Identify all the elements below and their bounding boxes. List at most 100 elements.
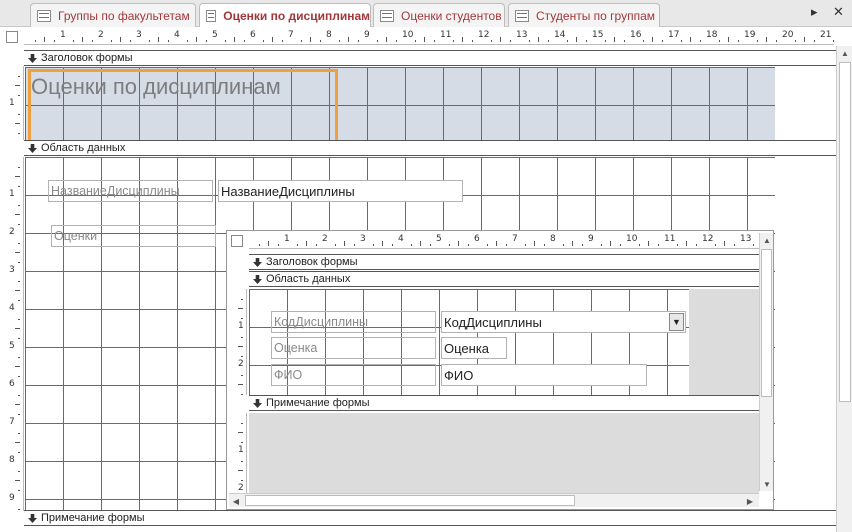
ruler-tick — [241, 298, 243, 300]
ruler-tick — [18, 489, 20, 491]
ruler-number: 5 — [212, 30, 218, 40]
form-header-section-bar[interactable]: Заголовок формы — [24, 50, 836, 66]
ruler-tick — [18, 166, 20, 168]
scroll-thumb[interactable] — [839, 62, 851, 402]
ruler-number: 2 — [98, 30, 104, 40]
ruler-number: 7 — [288, 30, 294, 40]
ruler-tick — [348, 37, 349, 42]
subform-header-section-bar[interactable]: Заголовок формы — [249, 254, 759, 270]
discipline-code-combobox[interactable]: КодДисциплины — [441, 311, 686, 333]
ruler-number: 7 — [512, 234, 518, 244]
ruler-number: 12 — [702, 234, 714, 244]
detail-section-bar[interactable]: Область данных — [24, 140, 836, 156]
ruler-tick — [18, 508, 20, 510]
discipline-code-label[interactable]: КодДисциплины — [271, 311, 436, 333]
ruler-tick — [386, 37, 387, 42]
ruler-tick — [186, 40, 188, 42]
dropdown-arrow-icon[interactable]: ▼ — [669, 313, 684, 331]
ruler-tick — [566, 40, 568, 42]
ruler-tick — [695, 244, 697, 246]
ruler-tick — [676, 244, 678, 246]
section-arrow-icon — [28, 514, 37, 523]
ruler-tick — [642, 40, 644, 42]
ruler-tick — [458, 241, 459, 246]
subform-footer-section-bar[interactable]: Примечание формы — [249, 395, 759, 411]
grades-subform[interactable]: 1 2 3 4 5 6 7 8 9 10 11 12 13 Заголовок формы Област… — [226, 230, 774, 510]
ruler-tick — [699, 40, 701, 42]
subform-selector[interactable] — [231, 235, 243, 247]
scroll-thumb[interactable] — [245, 495, 575, 506]
ruler-tick — [224, 40, 226, 42]
ruler-tick — [15, 290, 20, 291]
ruler-tick — [241, 393, 243, 395]
ruler-tick — [15, 123, 20, 124]
discipline-name-label[interactable]: НазваниеДисциплины — [48, 180, 213, 202]
scroll-up-icon[interactable]: ▲ — [838, 46, 852, 60]
ruler-tick — [18, 299, 20, 301]
ruler-tick — [429, 244, 431, 246]
ruler-tick — [467, 244, 469, 246]
ruler-tick — [238, 432, 243, 433]
discipline-name-field[interactable]: НазваниеДисциплины — [218, 180, 463, 202]
grade-label[interactable]: Оценка — [271, 337, 436, 359]
ruler-tick — [452, 40, 454, 42]
ruler-tick — [72, 40, 74, 42]
ruler-tick — [53, 40, 55, 42]
ruler-tick — [15, 252, 20, 253]
ruler-tick — [372, 244, 374, 246]
ruler-tick — [813, 40, 815, 42]
tab-grades-by-discipline[interactable]: Оценки по дисциплинам — [199, 3, 371, 28]
scroll-thumb[interactable] — [761, 249, 772, 397]
ruler-tick — [15, 328, 20, 329]
ruler-number: 2 — [322, 234, 328, 244]
fio-label[interactable]: ФИО — [271, 364, 436, 386]
form-icon — [380, 9, 394, 22]
tab-students-by-group[interactable]: Студенты по группам — [508, 3, 660, 27]
ruler-tick — [420, 241, 421, 246]
form-footer-section-bar[interactable]: Примечание формы — [24, 510, 836, 526]
ruler-tick — [585, 40, 587, 42]
ruler-tick — [737, 40, 739, 42]
tab-label: Группы по факультетам — [58, 8, 190, 23]
subform-detail-section-bar[interactable]: Область данных — [249, 271, 759, 287]
ruler-number: 1 — [9, 98, 15, 108]
scroll-down-icon[interactable]: ▼ — [760, 477, 774, 491]
subform-horizontal-scrollbar[interactable]: ◀ ▶ — [229, 493, 759, 507]
ruler-tick — [623, 40, 625, 42]
grades-subform-label[interactable]: Оценки — [51, 225, 216, 247]
ruler-tick — [547, 40, 549, 42]
scroll-left-icon[interactable]: ◀ — [229, 494, 243, 508]
ruler-number: 5 — [436, 234, 442, 244]
ruler-number: 15 — [592, 30, 604, 40]
ruler-tick — [18, 204, 20, 206]
tab-student-grades[interactable]: Оценки студентов — [373, 3, 505, 27]
ruler-number: 6 — [9, 379, 15, 389]
ruler-tick — [268, 241, 269, 246]
form-title-label[interactable]: Оценки по дисциплинам — [31, 74, 281, 100]
ruler-tick — [272, 37, 273, 42]
ruler-tick — [238, 308, 243, 309]
ruler-tick — [158, 37, 159, 42]
ruler-tick — [148, 40, 150, 42]
ruler-tick — [15, 442, 20, 443]
grade-field[interactable]: Оценка — [441, 337, 507, 359]
ruler-tick — [18, 318, 20, 320]
main-vertical-scrollbar[interactable]: ▲ — [836, 46, 852, 532]
ruler-tick — [766, 37, 767, 42]
scroll-up-icon[interactable]: ▲ — [760, 233, 774, 247]
ruler-tick — [410, 244, 412, 246]
form-selector[interactable] — [6, 31, 18, 43]
ruler-tick — [448, 244, 450, 246]
close-icon[interactable]: ✕ — [833, 4, 844, 20]
ruler-tick — [686, 241, 687, 246]
tab-scroll-right-icon[interactable]: ▸ — [811, 4, 818, 20]
ruler-tick — [18, 432, 20, 434]
fio-field[interactable]: ФИО — [441, 364, 647, 386]
ruler-number: 3 — [360, 234, 366, 244]
tab-groups-by-faculty[interactable]: Группы по факультетам — [30, 3, 196, 27]
subform-vertical-scrollbar[interactable]: ▲ ▼ — [759, 233, 773, 491]
scroll-right-icon[interactable]: ▶ — [743, 494, 757, 508]
ruler-tick — [395, 40, 397, 42]
ruler-tick — [110, 40, 112, 42]
section-arrow-icon — [28, 144, 37, 153]
